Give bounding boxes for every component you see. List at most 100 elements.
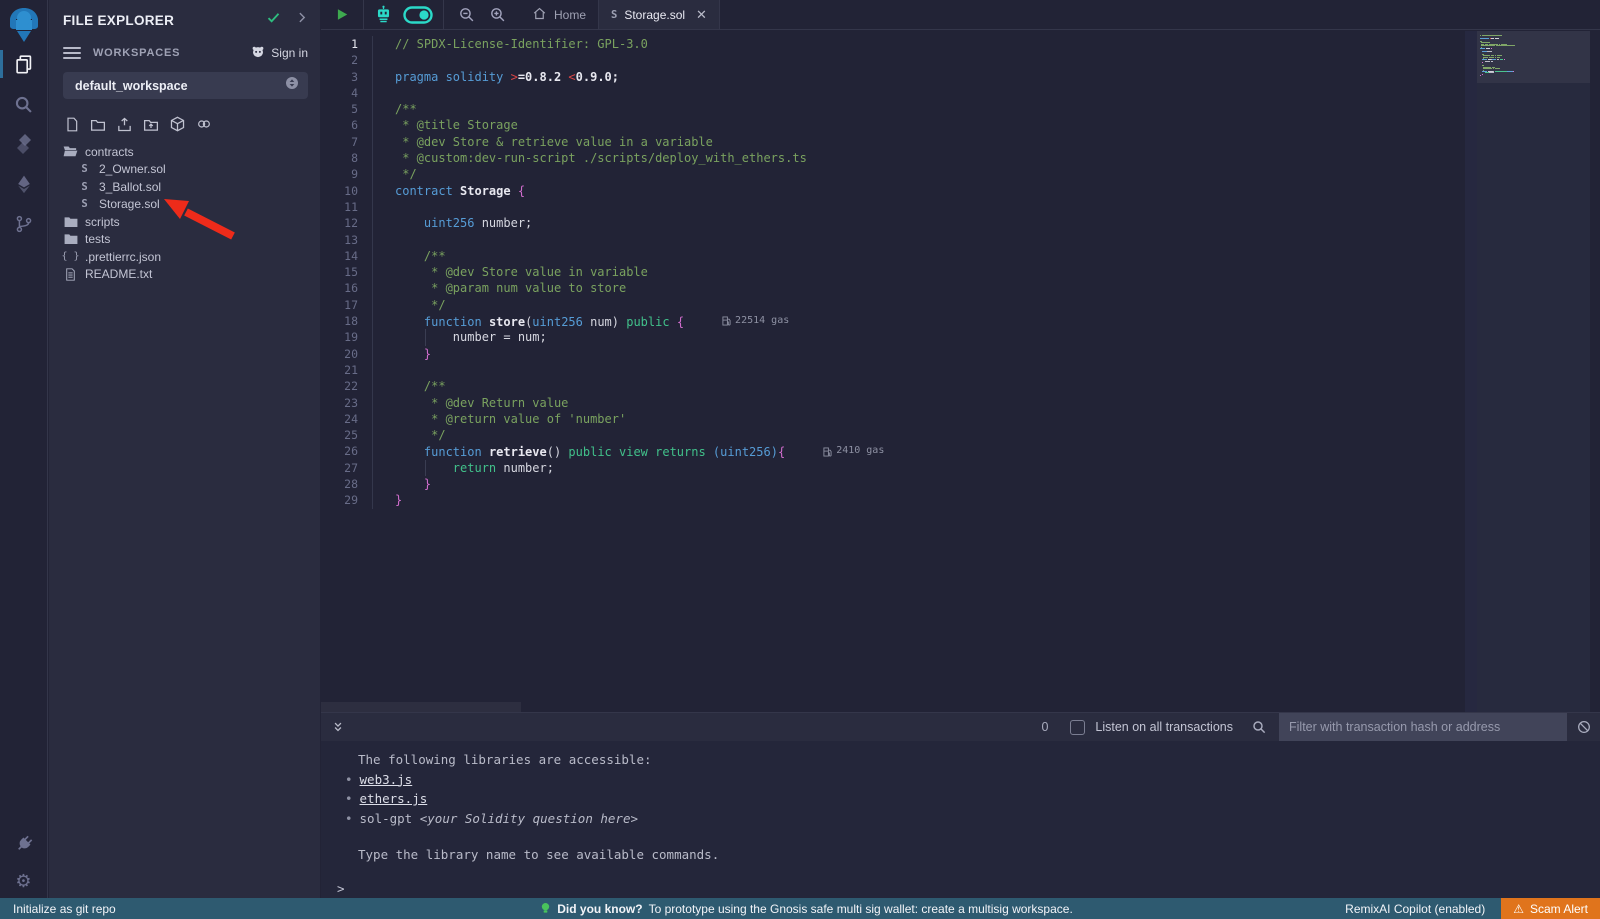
- code-line-17[interactable]: 17 */: [321, 297, 1476, 313]
- tree-item-label: scripts: [85, 215, 120, 229]
- workspaces-menu-icon[interactable]: [63, 47, 81, 59]
- code-editor[interactable]: 1// SPDX-License-Identifier: GPL-3.023pr…: [321, 31, 1600, 712]
- sidebar-item-git[interactable]: [0, 204, 48, 244]
- link-icon[interactable]: [195, 116, 213, 132]
- tree-item-storage-sol[interactable]: SStorage.sol: [49, 196, 320, 214]
- tree-item-3-ballot-sol[interactable]: S3_Ballot.sol: [49, 178, 320, 196]
- line-number: 15: [321, 264, 373, 280]
- new-folder-icon[interactable]: [89, 116, 107, 133]
- code-line-9[interactable]: 9 */: [321, 166, 1476, 182]
- code-line-8[interactable]: 8 * @custom:dev-run-script ./scripts/dep…: [321, 150, 1476, 166]
- line-content: pragma solidity >=0.8.2 <0.9.0;: [373, 69, 619, 85]
- code-line-13[interactable]: 13: [321, 232, 1476, 248]
- tab-home[interactable]: Home: [520, 0, 598, 29]
- line-content: * @title Storage: [373, 117, 518, 133]
- line-number: 23: [321, 395, 373, 411]
- tree-item-tests[interactable]: tests: [49, 231, 320, 249]
- code-line-12[interactable]: 12 uint256 number;: [321, 215, 1476, 231]
- code-line-6[interactable]: 6 * @title Storage: [321, 117, 1476, 133]
- upload-file-icon[interactable]: [116, 116, 133, 133]
- terminal-prompt[interactable]: >: [321, 879, 1600, 899]
- code-line-1[interactable]: 1// SPDX-License-Identifier: GPL-3.0: [321, 36, 1476, 52]
- scam-alert-button[interactable]: ⚠ Scam Alert: [1501, 898, 1600, 919]
- upload-folder-icon[interactable]: [142, 116, 160, 133]
- code-line-25[interactable]: 25 */: [321, 427, 1476, 443]
- sol-icon: S: [77, 181, 92, 193]
- tree-item-label: .prettierrc.json: [85, 250, 161, 264]
- code-line-14[interactable]: 14 /**: [321, 248, 1476, 264]
- code-line-23[interactable]: 23 * @dev Return value: [321, 395, 1476, 411]
- zoom-out-icon[interactable]: [458, 6, 475, 23]
- code-line-3[interactable]: 3pragma solidity >=0.8.2 <0.9.0;: [321, 69, 1476, 85]
- folder-icon: [63, 216, 78, 228]
- zoom-in-icon[interactable]: [489, 6, 506, 23]
- code-line-7[interactable]: 7 * @dev Store & retrieve value in a var…: [321, 134, 1476, 150]
- run-script-button[interactable]: [335, 7, 349, 22]
- code-line-15[interactable]: 15 * @dev Store value in variable: [321, 264, 1476, 280]
- sidebar-item-deploy-run[interactable]: [0, 164, 48, 204]
- code-line-22[interactable]: 22 /**: [321, 378, 1476, 394]
- code-line-27[interactable]: 27 return number;: [321, 460, 1476, 476]
- remix-logo-icon[interactable]: [6, 6, 42, 44]
- sidebar-item-settings[interactable]: ⚙: [0, 864, 48, 898]
- code-line-18[interactable]: 18 function store(uint256 num) public {2…: [321, 313, 1476, 329]
- code-line-2[interactable]: 2: [321, 52, 1476, 68]
- terminal-link[interactable]: ethers.js: [360, 791, 428, 806]
- clear-console-icon[interactable]: [1576, 719, 1592, 735]
- sol-icon: S: [77, 163, 92, 175]
- terminal-line: •web3.js: [321, 770, 1600, 790]
- line-number: 1: [321, 36, 373, 52]
- code-line-16[interactable]: 16 * @param num value to store: [321, 280, 1476, 296]
- code-line-24[interactable]: 24 * @return value of 'number': [321, 411, 1476, 427]
- tab-storage-sol[interactable]: S Storage.sol ✕: [598, 0, 720, 29]
- sign-in-button[interactable]: Sign in: [250, 44, 308, 62]
- tree-item-readme-txt[interactable]: README.txt: [49, 266, 320, 284]
- code-line-21[interactable]: 21: [321, 362, 1476, 378]
- minimap[interactable]: [1477, 31, 1590, 712]
- code-line-4[interactable]: 4: [321, 85, 1476, 101]
- ai-copilot-robot-icon[interactable]: [374, 5, 393, 24]
- tree-item-scripts[interactable]: scripts: [49, 213, 320, 231]
- git-init-button[interactable]: Initialize as git repo: [0, 902, 540, 916]
- close-tab-icon[interactable]: ✕: [696, 7, 707, 23]
- code-line-29[interactable]: 29}: [321, 492, 1476, 508]
- git-branch-icon: [14, 214, 34, 234]
- code-line-10[interactable]: 10contract Storage {: [321, 183, 1476, 199]
- horizontal-scrollbar-thumb[interactable]: [321, 702, 521, 712]
- cube-icon[interactable]: [169, 115, 186, 133]
- listen-all-transactions-checkbox[interactable]: [1070, 720, 1085, 735]
- line-content: /**: [373, 248, 446, 264]
- terminal-line: • ethers.js: [321, 789, 1600, 809]
- code-line-20[interactable]: 20 }: [321, 346, 1476, 362]
- transaction-count: 0: [1041, 720, 1048, 734]
- code-line-19[interactable]: 19 number = num;: [321, 329, 1476, 345]
- tip-bold: Did you know?: [557, 902, 642, 916]
- terminal-output[interactable]: The following libraries are accessible:•…: [321, 741, 1600, 898]
- minimap-slider[interactable]: [1477, 31, 1590, 83]
- bullet-icon: •: [345, 791, 353, 806]
- sidebar-item-file-explorer[interactable]: [0, 44, 48, 84]
- line-number: 28: [321, 476, 373, 492]
- sidebar-item-plugin-manager[interactable]: [0, 824, 48, 864]
- new-file-icon[interactable]: [64, 116, 80, 133]
- tree-item-contracts[interactable]: contracts: [49, 143, 320, 161]
- code-line-28[interactable]: 28 }: [321, 476, 1476, 492]
- code-line-5[interactable]: 5/**: [321, 101, 1476, 117]
- sidebar-item-solidity-compiler[interactable]: [0, 124, 48, 164]
- tree-item-2-owner-sol[interactable]: S2_Owner.sol: [49, 161, 320, 179]
- code-line-26[interactable]: 26 function retrieve() public view retur…: [321, 443, 1476, 459]
- panel-chevron-right-icon[interactable]: [295, 11, 308, 29]
- tree-item--prettierrc-json[interactable]: { }.prettierrc.json: [49, 248, 320, 266]
- terminal-search-icon[interactable]: [1251, 719, 1267, 735]
- terminal-link[interactable]: web3.js: [360, 772, 413, 787]
- line-content: }: [373, 346, 431, 362]
- transaction-filter-input[interactable]: [1279, 713, 1567, 742]
- line-number: 9: [321, 166, 373, 182]
- plug-icon: [14, 834, 34, 854]
- copilot-toggle[interactable]: [403, 6, 433, 24]
- terminal-collapse-icon[interactable]: [331, 720, 345, 735]
- sidebar-item-search[interactable]: [0, 84, 48, 124]
- workspace-select[interactable]: default_workspace: [63, 72, 308, 99]
- gas-estimate-badge: 2410 gas: [823, 443, 884, 459]
- code-line-11[interactable]: 11: [321, 199, 1476, 215]
